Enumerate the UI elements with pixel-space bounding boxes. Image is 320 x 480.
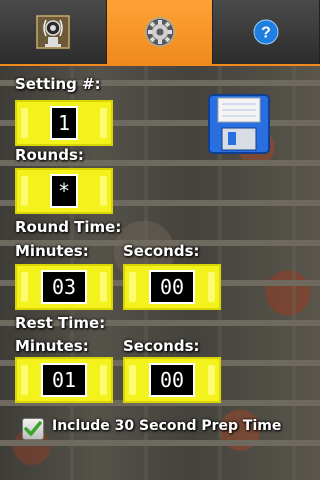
tab-timer[interactable] (0, 0, 107, 64)
metronome-speaker-icon (36, 15, 70, 49)
round-seconds-value: 00 (149, 270, 195, 304)
rest-minutes-value: 01 (41, 363, 87, 397)
tab-help[interactable]: ? (213, 0, 320, 64)
round-seconds-label: Seconds: (123, 242, 200, 260)
help-icon: ? (253, 19, 279, 45)
prep-checkbox-label[interactable]: Include 30 Second Prep Time (52, 418, 281, 434)
round-minutes-field[interactable]: 03 (15, 264, 113, 310)
prep-checkbox[interactable] (22, 418, 44, 440)
rounds-label: Rounds: (15, 146, 84, 164)
save-disk-icon[interactable] (208, 94, 270, 154)
round-minutes-value: 03 (41, 270, 87, 304)
round-minutes-label: Minutes: (15, 242, 89, 260)
check-mark-icon (24, 421, 42, 436)
rest-seconds-value: 00 (149, 363, 195, 397)
setting-label: Setting #: (15, 75, 101, 93)
setting-field[interactable]: 1 (15, 100, 113, 146)
round-time-label: Round Time: (15, 218, 122, 236)
round-seconds-field[interactable]: 00 (123, 264, 221, 310)
settings-gear-icon (144, 17, 175, 47)
setting-value: 1 (50, 106, 78, 140)
tab-bar: ? (0, 0, 320, 66)
rest-minutes-label: Minutes: (15, 337, 89, 355)
rest-minutes-field[interactable]: 01 (15, 357, 113, 403)
rest-seconds-field[interactable]: 00 (123, 357, 221, 403)
svg-text:?: ? (261, 25, 271, 42)
tab-settings[interactable] (106, 0, 214, 64)
rounds-value: * (50, 174, 78, 208)
rest-seconds-label: Seconds: (123, 337, 200, 355)
rounds-field[interactable]: * (15, 168, 113, 214)
rest-time-label: Rest Time: (15, 314, 106, 332)
